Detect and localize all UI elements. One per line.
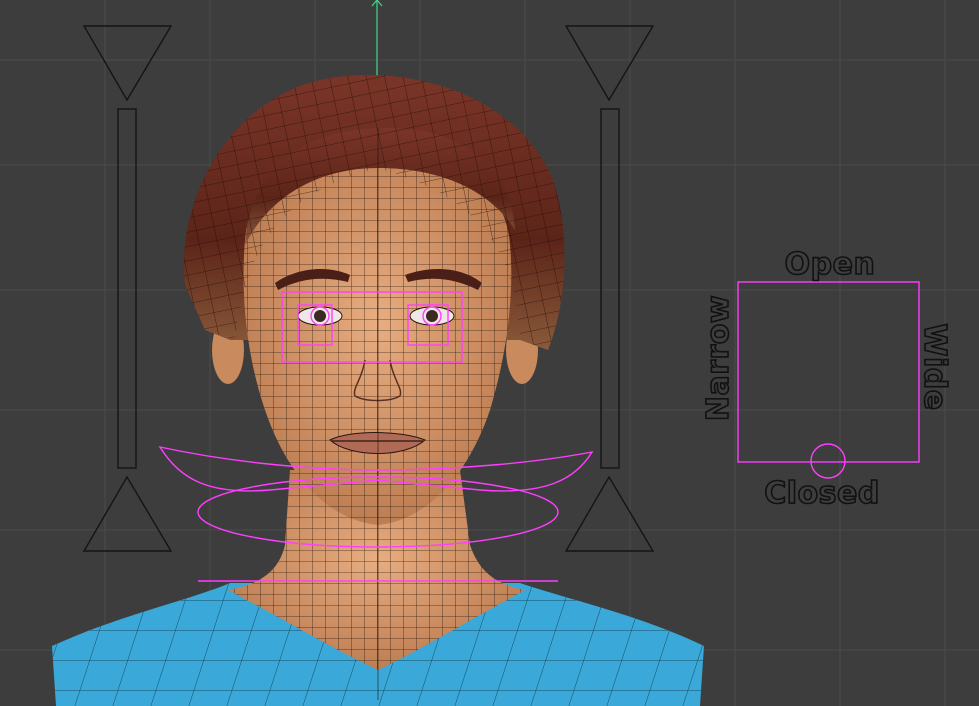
character-head-mesh[interactable] (52, 75, 704, 706)
viewport-canvas[interactable]: Open Closed Narrow Wide (0, 0, 979, 706)
left-eyelid-slider[interactable] (82, 25, 173, 552)
mouth-label-wide: Wide (917, 323, 952, 410)
mouth-widget-frame[interactable] (737, 281, 920, 463)
3d-viewport[interactable]: Open Closed Narrow Wide (0, 0, 979, 706)
mouth-label-narrow: Narrow (701, 295, 736, 421)
triangle-down-icon[interactable] (564, 25, 655, 102)
mouth-label-closed: Closed (764, 476, 880, 511)
slider-track[interactable] (117, 108, 137, 469)
slider-track[interactable] (600, 108, 620, 469)
mouth-shape-widget[interactable]: Open Closed Narrow Wide (700, 246, 953, 512)
right-eyelid-slider[interactable] (564, 25, 655, 552)
triangle-up-icon[interactable] (564, 475, 655, 552)
mouth-label-open: Open (785, 247, 876, 282)
y-axis-gizmo (371, 0, 383, 80)
triangle-up-icon[interactable] (82, 475, 173, 552)
triangle-down-icon[interactable] (82, 25, 173, 102)
